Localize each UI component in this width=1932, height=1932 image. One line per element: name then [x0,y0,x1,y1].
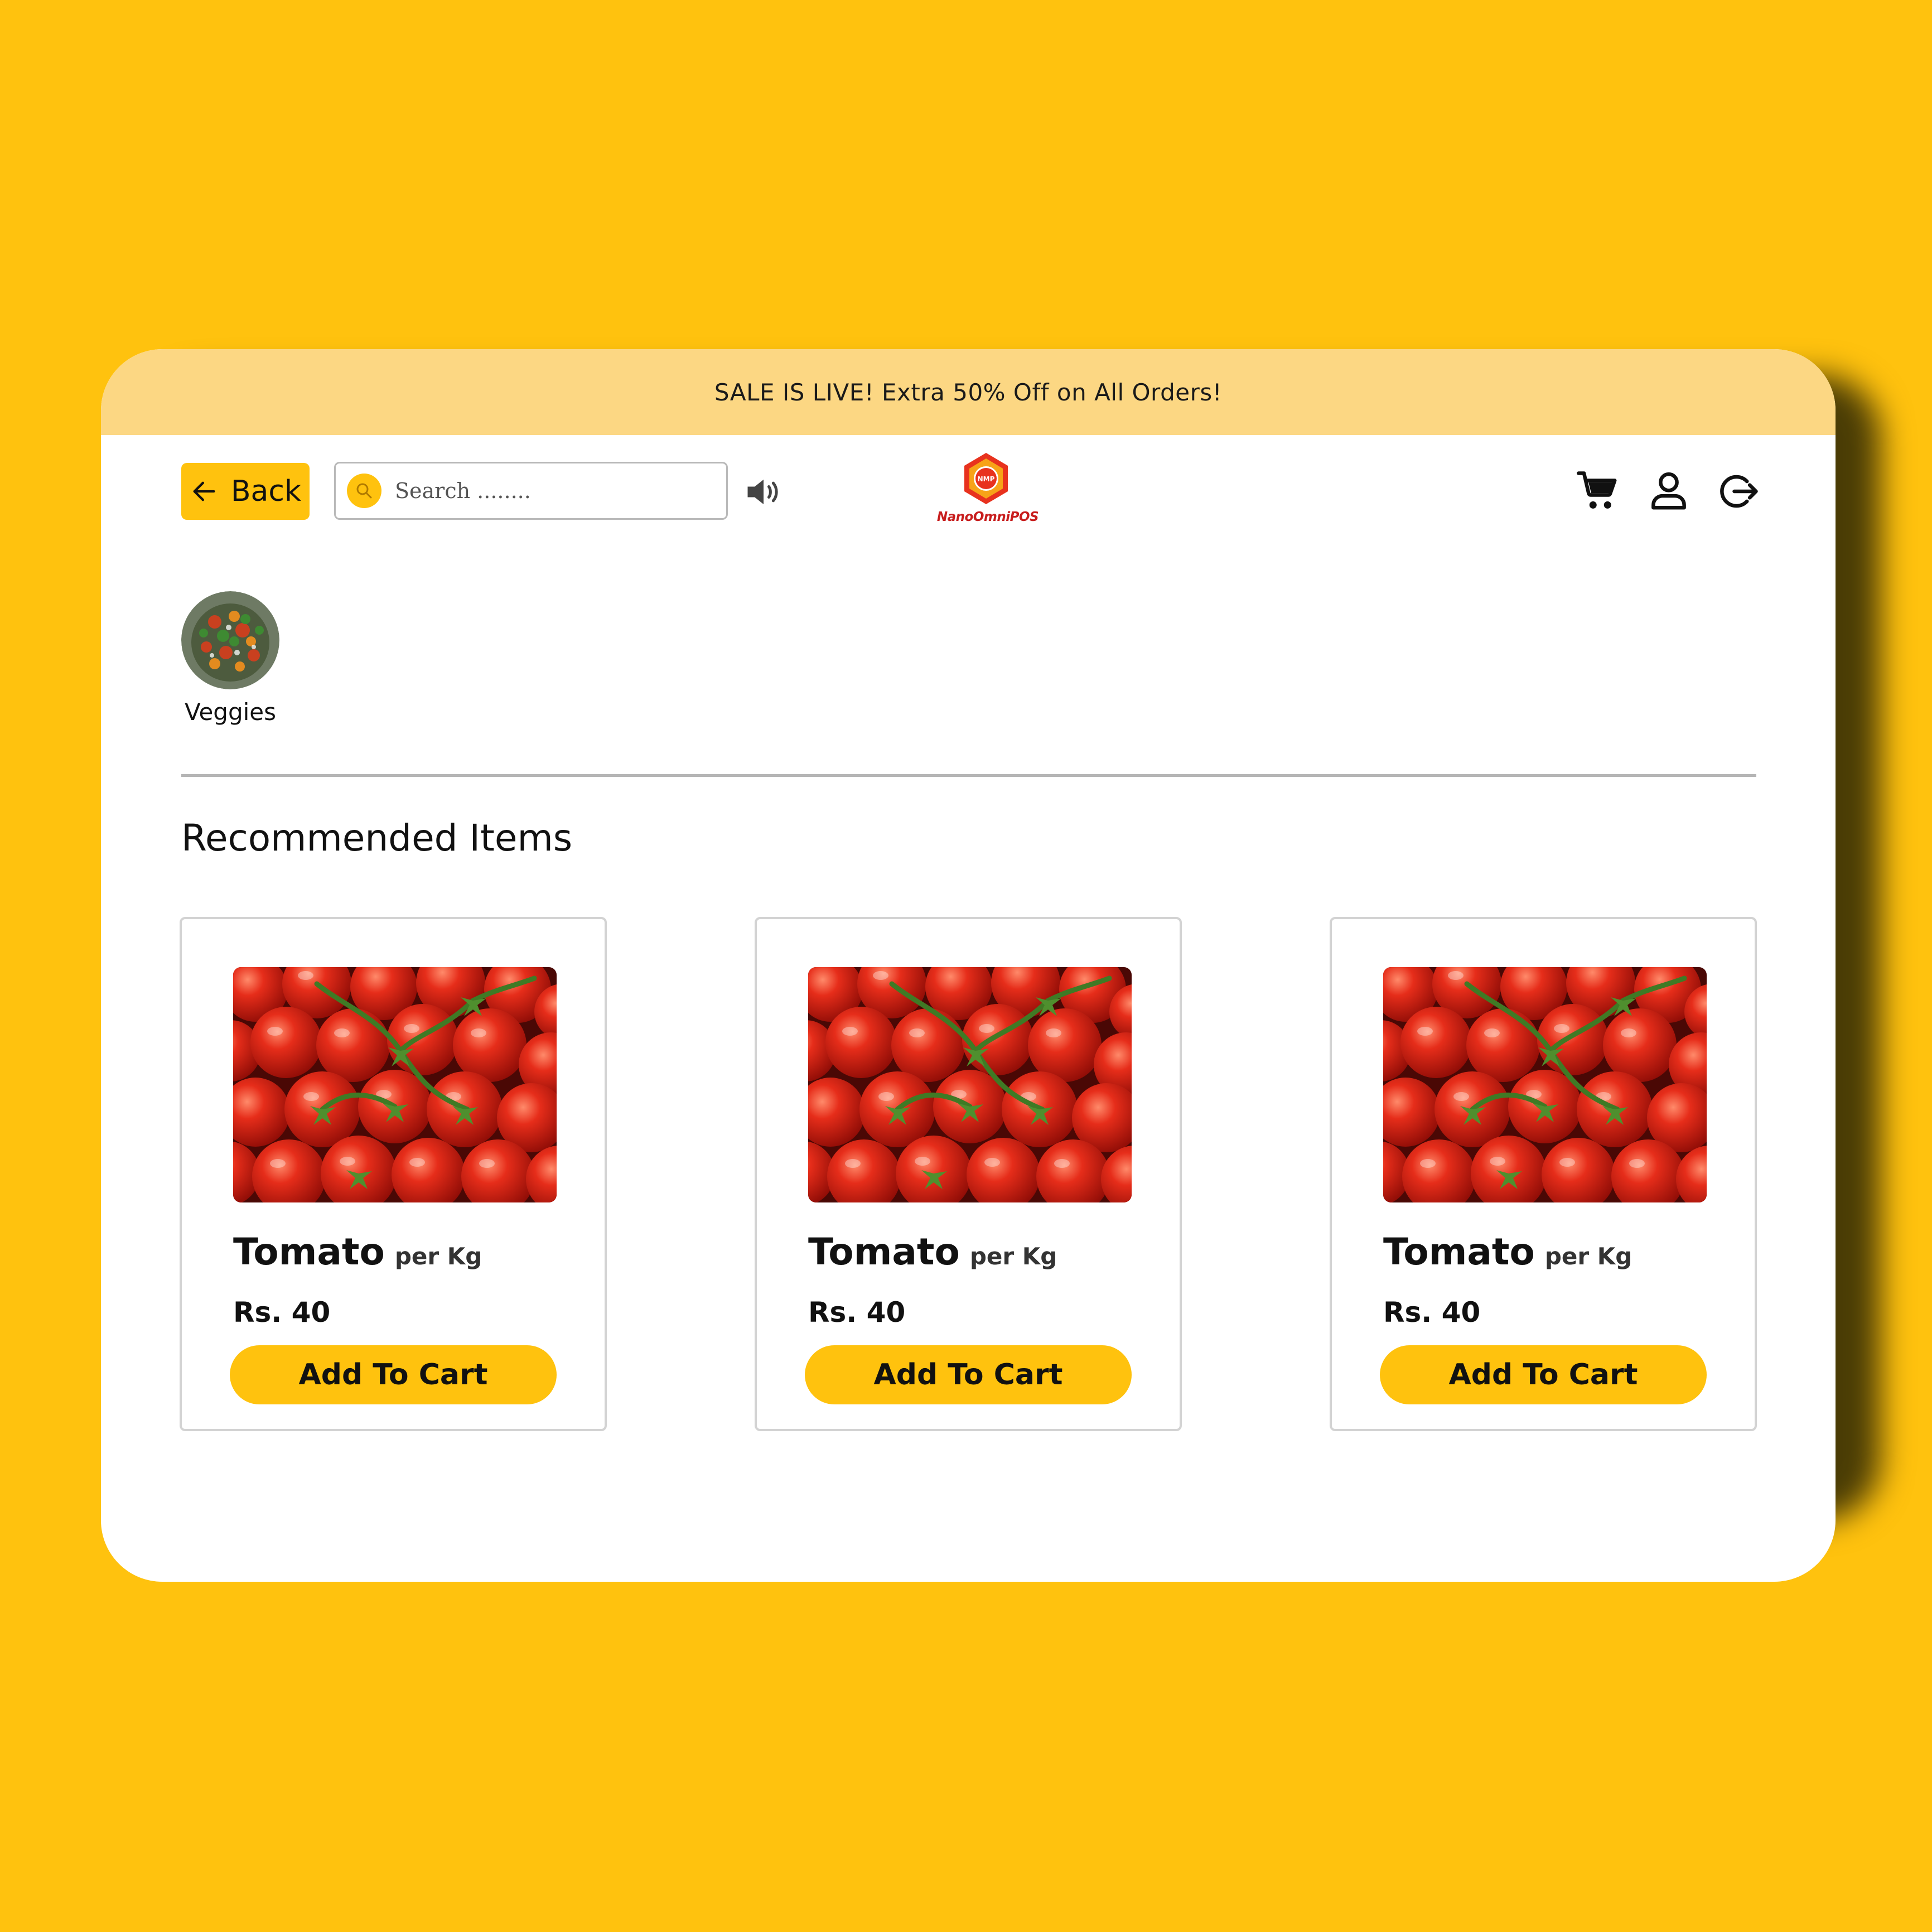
product-price: Rs. 40 [233,1296,331,1329]
product-price: Rs. 40 [1383,1296,1481,1329]
product-price: Rs. 40 [808,1296,906,1329]
search-icon[interactable] [347,474,381,508]
logo-hexagon-icon: NMP [964,453,1008,504]
sale-banner: SALE IS LIVE! Extra 50% Off on All Order… [101,349,1836,435]
category-label: Veggies [184,698,277,726]
add-to-cart-button[interactable]: Add To Cart [805,1345,1132,1404]
logo-badge-text: NMP [978,475,995,483]
product-image [808,967,1132,1202]
logo-text: NanoOmniPOS [936,510,1039,524]
veggies-thumbnail [181,591,279,689]
logout-icon[interactable] [1713,466,1763,516]
product-name: Tomato per Kg [808,1230,1057,1273]
sale-banner-text: SALE IS LIVE! Extra 50% Off on All Order… [714,378,1223,406]
product-name-text: Tomato [233,1230,385,1273]
product-name-text: Tomato [808,1230,960,1273]
back-button[interactable]: Back [181,463,310,520]
product-card[interactable]: Tomato per Kg Rs. 40 Add To Cart [755,917,1182,1431]
product-image [1383,967,1707,1202]
brand-logo[interactable]: NMP NanoOmniPOS [926,451,1049,533]
speaker-icon[interactable] [740,468,787,515]
category-veggies[interactable]: Veggies [181,591,282,726]
back-button-label: Back [230,475,302,508]
product-name: Tomato per Kg [233,1230,482,1273]
product-name: Tomato per Kg [1383,1230,1632,1273]
product-card[interactable]: Tomato per Kg Rs. 40 Add To Cart [1330,917,1757,1431]
add-to-cart-button[interactable]: Add To Cart [1380,1345,1707,1404]
app-window: SALE IS LIVE! Extra 50% Off on All Order… [101,349,1836,1582]
add-to-cart-button[interactable]: Add To Cart [230,1345,557,1404]
top-navigation-bar: Back NMP NanoOmniPOS [101,435,1836,547]
user-icon[interactable] [1644,466,1694,516]
product-unit: per Kg [969,1243,1057,1270]
search-input[interactable] [394,478,708,504]
product-image [233,967,557,1202]
arrow-left-icon [193,481,215,501]
product-unit: per Kg [394,1243,482,1270]
product-card[interactable]: Tomato per Kg Rs. 40 Add To Cart [180,917,607,1431]
cart-icon[interactable] [1573,466,1624,516]
section-title: Recommended Items [181,817,573,859]
product-unit: per Kg [1544,1243,1632,1270]
search-bar [334,462,728,520]
product-name-text: Tomato [1383,1230,1535,1273]
section-divider [181,774,1756,777]
